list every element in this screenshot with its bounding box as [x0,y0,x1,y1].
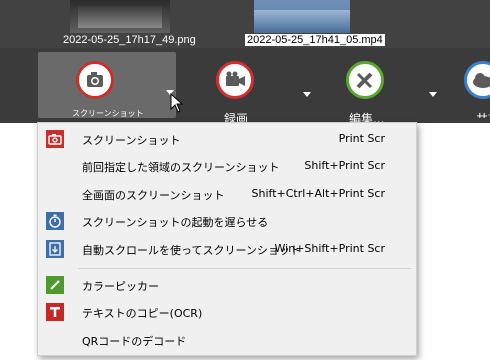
menu-item-auto-scroll[interactable]: 自動スクロールを使ってスクリーンショット Win+Shift+Print Scr [38,236,416,262]
menu-item-label: テキストのコピー(OCR) [82,307,203,320]
thumbnail-png-label: 2022-05-25_17h17_49.png [63,34,196,46]
menu-item-screenshot[interactable]: スクリーンショット Print Scr [38,126,416,152]
screenshot-button[interactable]: スクリーンショット [38,52,176,118]
share-label: 共有 [476,110,490,118]
scroll-capture-icon [46,240,64,258]
edit-dropdown-arrow[interactable] [429,92,437,97]
toolbar: スクリーンショット 録画 編集... [0,48,490,126]
menu-item-delay[interactable]: スクリーンショットの起動を遅らせる [38,208,416,234]
timer-icon [46,212,64,230]
share-button[interactable]: 共有 [446,52,490,118]
menu-item-shortcut: Print Scr [338,132,385,145]
camera-icon [76,61,114,99]
mouse-cursor-icon [170,93,184,113]
menu-item-label: 前回指定した領域のスクリーンショット [82,161,280,174]
edit-button[interactable]: 編集... [316,52,446,126]
menu-item-label: カラーピッカー [82,280,159,293]
menu-item-ocr[interactable]: テキストのコピー(OCR) [38,299,416,325]
screenshot-label: スクリーンショット [72,109,144,118]
edit-tools-icon [346,61,384,99]
thumbnail-png[interactable] [70,0,170,33]
menu-item-shortcut: Shift+Ctrl+Alt+Print Scr [251,187,385,200]
menu-item-last-region[interactable]: 前回指定した領域のスクリーンショット Shift+Print Scr [38,153,416,179]
video-camera-icon [216,61,254,99]
menu-item-label: 自動スクロールを使ってスクリーンショット [82,244,301,257]
thumbnail-mp4-label: 2022-05-25_17h41_05.mp4 [245,34,385,46]
menu-item-shortcut: Shift+Print Scr [304,159,385,172]
color-picker-icon [46,276,64,294]
record-button[interactable]: 録画 [186,52,316,126]
cloud-upload-icon [464,61,490,99]
camera-icon [46,130,64,148]
screenshot-menu: スクリーンショット Print Scr 前回指定した領域のスクリーンショット S… [37,122,417,356]
text-ocr-icon [46,303,64,321]
menu-item-label: 全画面のスクリーンショット [82,189,225,202]
thumbnail-strip: 2022-05-25_17h17_49.png 2022-05-25_17h41… [0,0,490,48]
menu-item-qr-decode[interactable]: QRコードのデコード [38,327,416,353]
thumbnail-mp4[interactable] [254,0,350,33]
menu-separator [78,268,411,269]
record-dropdown-arrow[interactable] [303,92,311,97]
menu-item-fullscreen[interactable]: 全画面のスクリーンショット Shift+Ctrl+Alt+Print Scr [38,181,416,207]
menu-item-label: スクリーンショットの起動を遅らせる [82,216,269,229]
menu-item-color-picker[interactable]: カラーピッカー [38,272,416,298]
menu-item-label: QRコードのデコード [82,335,187,348]
menu-item-label: スクリーンショット [82,134,181,147]
menu-item-shortcut: Win+Shift+Print Scr [274,242,385,255]
